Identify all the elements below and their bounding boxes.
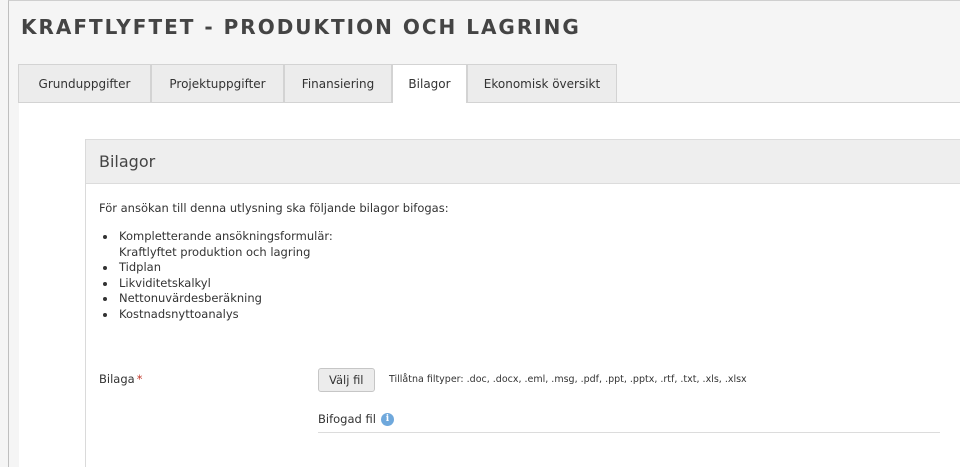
tab-projektuppgifter[interactable]: Projektuppgifter [151, 64, 284, 102]
panel-heading: Bilagor [86, 139, 960, 184]
tab-ekonomisk-oversikt[interactable]: Ekonomisk översikt [467, 64, 617, 102]
list-item: Tidplan [117, 260, 333, 276]
attached-file-row: Bifogad fil i [318, 412, 940, 433]
allowed-file-types: Tillåtna filtyper: .doc, .docx, .eml, .m… [389, 374, 747, 385]
list-item: Kompletterande ansökningsformulär: Kraft… [117, 229, 333, 260]
choose-file-button[interactable]: Välj fil [318, 368, 375, 392]
list-item-text: Kraftlyftet produktion och lagring [119, 244, 311, 259]
tab-finansiering[interactable]: Finansiering [284, 64, 392, 102]
application-frame: KRAFTLYFTET - PRODUKTION OCH LAGRING Gru… [8, 0, 960, 467]
list-item-text: Kompletterande ansökningsformulär: [119, 229, 333, 243]
attachment-field-label: Bilaga * [99, 372, 142, 386]
attached-file-label: Bifogad fil [318, 412, 376, 426]
page-title: KRAFTLYFTET - PRODUKTION OCH LAGRING [21, 15, 581, 39]
required-marker: * [136, 372, 143, 386]
info-icon[interactable]: i [380, 413, 394, 426]
field-label-text: Bilaga [99, 372, 135, 386]
required-attachments-list: Kompletterande ansökningsformulär: Kraft… [99, 229, 333, 322]
list-item: Likviditetskalkyl [117, 276, 333, 292]
list-item: Nettonuvärdesberäkning [117, 291, 333, 307]
tab-bar: Grunduppgifter Projektuppgifter Finansie… [18, 64, 960, 103]
attachments-panel: Bilagor För ansökan till denna utlysning… [85, 139, 960, 467]
tab-content: Bilagor För ansökan till denna utlysning… [19, 103, 960, 467]
tab-bilagor[interactable]: Bilagor [392, 64, 467, 103]
intro-text: För ansökan till denna utlysning ska föl… [99, 201, 449, 215]
tab-grunduppgifter[interactable]: Grunduppgifter [18, 64, 151, 102]
list-item: Kostnadsnyttoanalys [117, 307, 333, 323]
